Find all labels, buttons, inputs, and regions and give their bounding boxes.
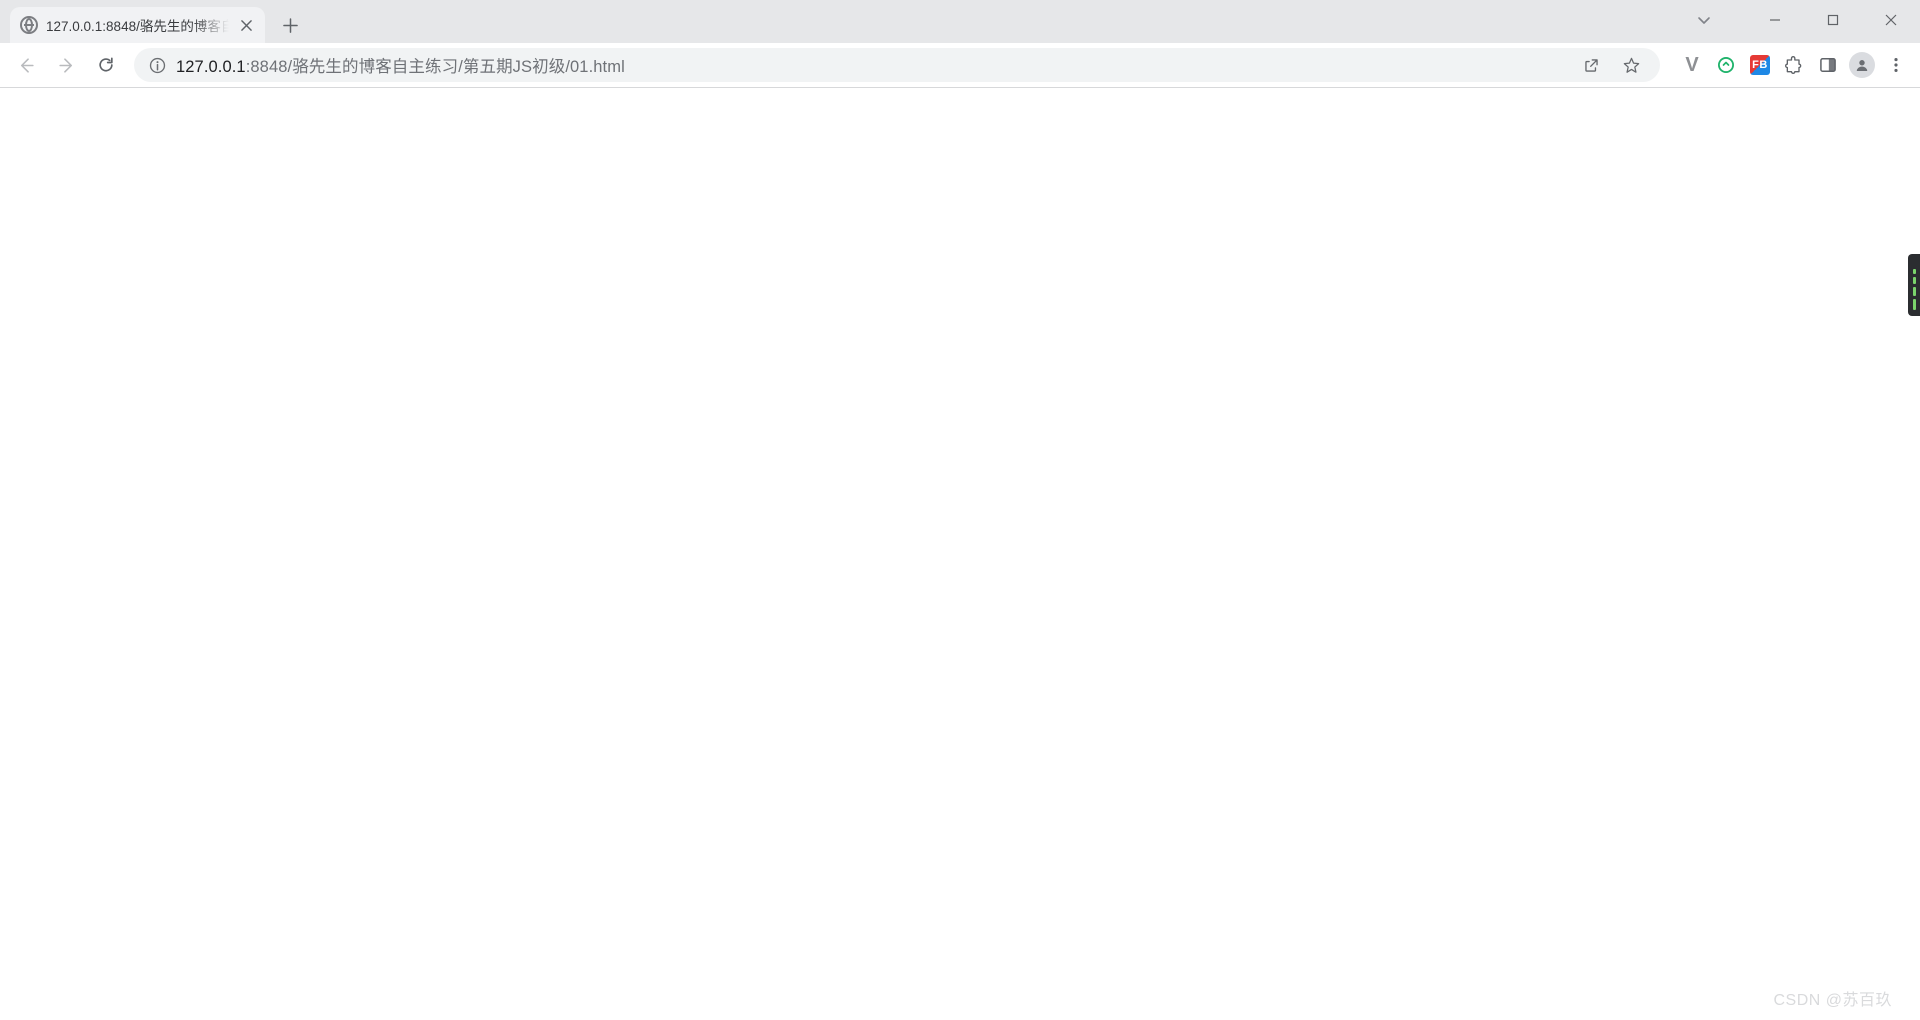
minimize-icon	[1769, 14, 1781, 26]
window-close-button[interactable]	[1862, 0, 1920, 40]
address-bar[interactable]: 127.0.0.1:8848/骆先生的博客自主练习/第五期JS初级/01.htm…	[134, 48, 1660, 82]
extension-green-circle[interactable]	[1710, 49, 1742, 81]
level-bar-3	[1913, 287, 1916, 296]
chrome-menu-button[interactable]	[1880, 49, 1912, 81]
close-icon	[1885, 14, 1897, 26]
tab-search-button[interactable]	[1684, 0, 1724, 40]
chevron-down-icon	[1697, 13, 1711, 27]
v-icon: V	[1685, 54, 1698, 77]
level-bar-1	[1913, 269, 1916, 274]
close-icon	[241, 20, 252, 31]
window-maximize-button[interactable]	[1804, 0, 1862, 40]
arrow-left-icon	[17, 56, 36, 75]
tab-title: 127.0.0.1:8848/骆先生的博客自	[46, 15, 229, 35]
arrow-right-icon	[57, 56, 76, 75]
side-panel-button[interactable]	[1812, 49, 1844, 81]
extension-fb[interactable]: FB	[1744, 49, 1776, 81]
extensions-row: V FB	[1676, 49, 1912, 81]
url-port: :8848	[246, 58, 288, 76]
plus-icon	[283, 18, 298, 33]
globe-icon	[20, 16, 38, 34]
share-button[interactable]	[1576, 50, 1606, 80]
close-tab-button[interactable]	[237, 16, 255, 34]
extension-vue[interactable]: V	[1676, 49, 1708, 81]
browser-toolbar: 127.0.0.1:8848/骆先生的博客自主练习/第五期JS初级/01.htm…	[0, 43, 1920, 88]
site-info-button[interactable]	[148, 56, 166, 74]
circle-arrow-icon	[1716, 55, 1736, 75]
tab-strip: 127.0.0.1:8848/骆先生的博客自	[0, 0, 1920, 43]
back-button[interactable]	[8, 47, 44, 83]
window-minimize-button[interactable]	[1746, 0, 1804, 40]
bookmark-button[interactable]	[1616, 50, 1646, 80]
url-text: 127.0.0.1:8848/骆先生的博客自主练习/第五期JS初级/01.htm…	[176, 53, 1566, 77]
forward-button[interactable]	[48, 47, 84, 83]
maximize-icon	[1827, 14, 1839, 26]
share-icon	[1582, 56, 1601, 75]
star-icon	[1622, 56, 1641, 75]
fb-icon: FB	[1750, 55, 1770, 75]
window-controls	[1684, 0, 1920, 40]
right-edge-widget[interactable]	[1908, 254, 1920, 316]
person-icon	[1853, 56, 1871, 74]
side-panel-icon	[1818, 55, 1838, 75]
url-path: /骆先生的博客自主练习/第五期JS初级/01.html	[288, 58, 625, 76]
level-bar-2	[1913, 277, 1916, 284]
extensions-button[interactable]	[1778, 49, 1810, 81]
url-host: 127.0.0.1	[176, 58, 246, 76]
avatar	[1849, 52, 1875, 78]
page-content: CSDN @苏百玖	[0, 89, 1920, 1020]
puzzle-icon	[1784, 55, 1804, 75]
reload-icon	[96, 55, 116, 75]
info-icon	[149, 57, 166, 74]
kebab-icon	[1886, 55, 1906, 75]
watermark-text: CSDN @苏百玖	[1773, 986, 1892, 1010]
reload-button[interactable]	[88, 47, 124, 83]
new-tab-button[interactable]	[275, 10, 305, 40]
profile-button[interactable]	[1846, 49, 1878, 81]
browser-tab-active[interactable]: 127.0.0.1:8848/骆先生的博客自	[10, 7, 265, 43]
level-bar-4	[1913, 299, 1916, 310]
